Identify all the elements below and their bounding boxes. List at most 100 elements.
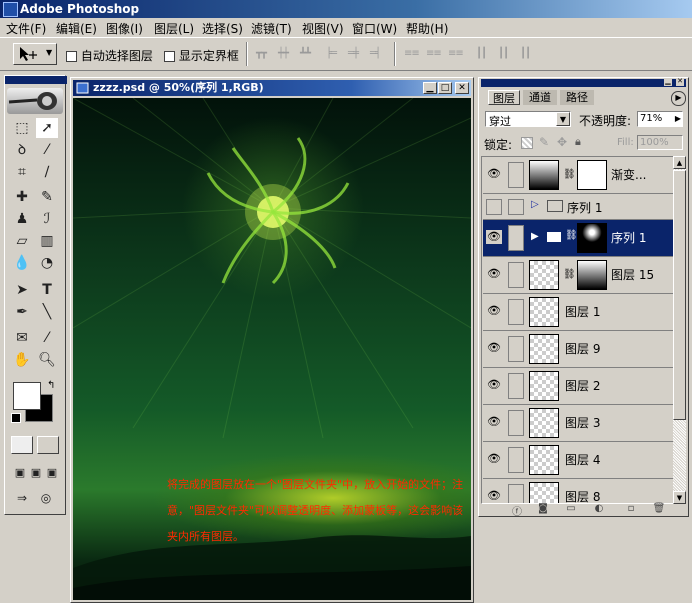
eye-icon[interactable]: 👁︎: [486, 489, 502, 503]
distribute-bottom-icon[interactable]: ≡≡: [448, 48, 466, 60]
auto-select-option[interactable]: 自动选择图层: [66, 47, 153, 64]
menu-image[interactable]: 图像(I): [106, 20, 143, 37]
distribute-vcenter-icon[interactable]: ≡≡: [426, 48, 444, 60]
eye-icon[interactable]: 👁︎: [486, 341, 502, 355]
canvas-image[interactable]: 将完成的图层放在一个"图层文件夹"中，放入开始的文件；注意，"图层文件夹"可以调…: [73, 98, 471, 600]
line-tool-icon[interactable]: ╲: [36, 302, 58, 322]
default-colors-icon[interactable]: [11, 413, 21, 423]
tool-preset-picker[interactable]: ▼: [13, 43, 57, 65]
gradient-tool-icon[interactable]: ▥: [36, 231, 58, 251]
align-hcenter-icon[interactable]: ═╪: [348, 48, 366, 60]
foreground-color-swatch[interactable]: [13, 382, 41, 410]
menu-layer[interactable]: 图层(L): [154, 20, 194, 37]
visibility-box[interactable]: [486, 199, 502, 215]
maximize-button[interactable]: □: [438, 82, 452, 94]
link-box[interactable]: [508, 484, 524, 503]
trash-icon[interactable]: 🗑︎: [651, 503, 667, 516]
fill-field[interactable]: 100%: [637, 135, 683, 150]
layer-row[interactable]: 👁︎ 图层 2: [483, 368, 675, 405]
scroll-thumb[interactable]: [673, 170, 686, 420]
palette-minimize-button[interactable]: ▁: [664, 78, 672, 86]
marquee-tool-icon[interactable]: ⬚: [11, 118, 33, 138]
menu-file[interactable]: 文件(F): [6, 20, 46, 37]
palette-title-bar[interactable]: ▁ ✕: [481, 78, 686, 87]
show-bounds-checkbox[interactable]: [164, 51, 175, 62]
eye-icon[interactable]: 👁︎: [486, 267, 502, 281]
menu-help[interactable]: 帮助(H): [406, 20, 448, 37]
crop-tool-icon[interactable]: ⌗: [11, 162, 33, 182]
path-selection-tool-icon[interactable]: ➤: [11, 280, 33, 300]
eye-icon[interactable]: 👁︎: [486, 452, 502, 466]
align-left-icon[interactable]: ╞═: [326, 48, 344, 60]
scroll-up-button[interactable]: ▲: [673, 156, 686, 169]
layer-row[interactable]: 👁︎ 图层 9: [483, 331, 675, 368]
swap-colors-icon[interactable]: ↰: [47, 380, 55, 391]
eye-icon[interactable]: 👁︎: [486, 415, 502, 429]
layer-row[interactable]: 👁︎ 图层 4: [483, 442, 675, 479]
adobe-logo-icon[interactable]: [7, 88, 63, 114]
lasso-tool-icon[interactable]: ꝺ: [11, 140, 33, 160]
menu-view[interactable]: 视图(V): [302, 20, 344, 37]
eye-icon[interactable]: 👁︎: [486, 304, 502, 318]
type-tool-icon[interactable]: T: [36, 280, 58, 300]
expand-triangle-icon[interactable]: ▷: [531, 199, 539, 210]
imageready-icon[interactable]: ◎: [35, 488, 57, 508]
link-box[interactable]: [508, 199, 524, 215]
distribute-left-icon[interactable]: ┃┃: [476, 48, 494, 60]
menu-window[interactable]: 窗口(W): [352, 20, 397, 37]
new-folder-icon[interactable]: ▭: [563, 503, 579, 516]
link-box[interactable]: [508, 410, 524, 436]
pen-tool-icon[interactable]: ✒: [11, 302, 33, 322]
tab-paths[interactable]: 路径: [560, 90, 594, 105]
document-title-bar[interactable]: zzzz.psd @ 50%(序列 1,RGB) ▁ □ ✕: [73, 80, 471, 96]
distribute-hcenter-icon[interactable]: ┃┃: [498, 48, 516, 60]
layer-row[interactable]: 👁︎ 图层 8: [483, 479, 675, 503]
eye-icon[interactable]: 👁︎: [486, 230, 502, 244]
align-vcenter-icon[interactable]: ┿┿: [278, 48, 296, 60]
link-box[interactable]: [508, 373, 524, 399]
menu-filter[interactable]: 滤镜(T): [251, 20, 292, 37]
lock-image-icon[interactable]: ✎: [539, 135, 549, 149]
chevron-down-icon[interactable]: ▼: [556, 112, 570, 126]
link-box[interactable]: [508, 447, 524, 473]
eye-icon[interactable]: 👁︎: [486, 167, 502, 181]
opacity-field[interactable]: 71% ▶: [637, 111, 683, 127]
tab-channels[interactable]: 通道: [523, 90, 557, 105]
show-bounds-option[interactable]: 显示定界框: [164, 47, 239, 64]
lock-all-icon[interactable]: 🔒︎: [575, 135, 581, 149]
history-brush-tool-icon[interactable]: ℐ: [36, 209, 58, 229]
align-right-icon[interactable]: ═╡: [370, 48, 388, 60]
distribute-top-icon[interactable]: ≡≡: [404, 48, 422, 60]
minimize-button[interactable]: ▁: [423, 82, 437, 94]
new-layer-icon[interactable]: ▫: [623, 503, 639, 516]
align-top-icon[interactable]: ┳┳: [256, 48, 274, 60]
menu-edit[interactable]: 编辑(E): [56, 20, 97, 37]
link-box[interactable]: [508, 262, 524, 288]
lock-transparency-icon[interactable]: [521, 137, 533, 149]
layer-style-icon[interactable]: ⓕ: [509, 503, 525, 518]
quick-mask-button[interactable]: [37, 436, 59, 454]
eyedropper-tool-icon[interactable]: ⁄: [36, 328, 58, 348]
scroll-down-button[interactable]: ▼: [673, 491, 686, 504]
brush-tool-icon[interactable]: ✎: [36, 187, 58, 207]
link-box[interactable]: [508, 225, 524, 251]
distribute-right-icon[interactable]: ┃┃: [520, 48, 538, 60]
jump-to-imageready-icon[interactable]: ⇒: [11, 488, 33, 508]
layer-row[interactable]: 👁︎ 图层 3: [483, 405, 675, 442]
close-button[interactable]: ✕: [455, 82, 469, 94]
eraser-tool-icon[interactable]: ▱: [11, 231, 33, 251]
dodge-tool-icon[interactable]: ◔: [36, 253, 58, 273]
full-screen-icon[interactable]: ▣: [41, 463, 63, 483]
magic-wand-tool-icon[interactable]: ⁄: [36, 140, 58, 160]
blend-mode-select[interactable]: 穿过 ▼: [485, 111, 571, 128]
toolbox-title-bar[interactable]: [5, 76, 67, 84]
palette-menu-icon[interactable]: ▶: [671, 91, 686, 106]
link-box[interactable]: [508, 162, 524, 188]
menu-select[interactable]: 选择(S): [202, 20, 243, 37]
link-box[interactable]: [508, 336, 524, 362]
layer-row[interactable]: 👁︎ ⛓ 图层 15: [483, 257, 675, 294]
link-box[interactable]: [508, 299, 524, 325]
blur-tool-icon[interactable]: 💧: [11, 253, 33, 273]
clone-stamp-tool-icon[interactable]: ♟: [11, 209, 33, 229]
adjustment-layer-icon[interactable]: ◐: [591, 503, 607, 516]
